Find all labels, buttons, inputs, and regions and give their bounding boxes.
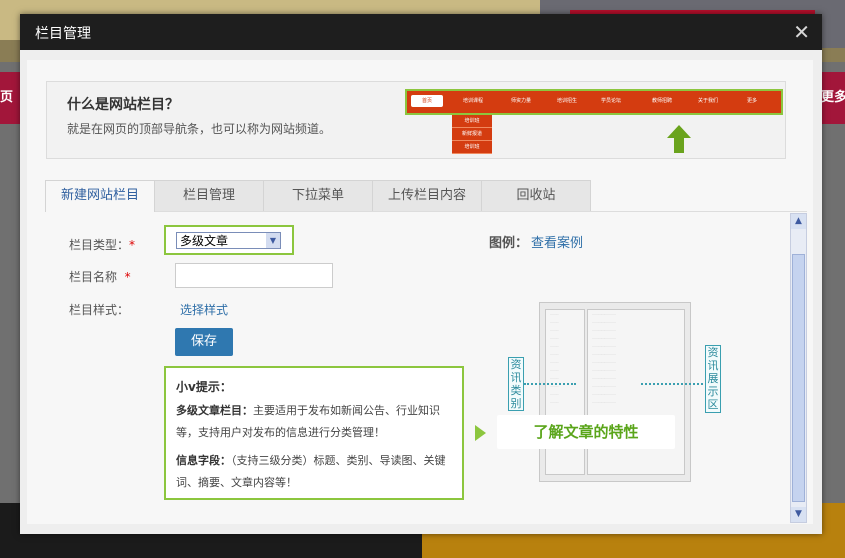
column-type-select[interactable]: 多级文章 ▼: [176, 232, 281, 249]
scroll-up-icon[interactable]: ▲: [791, 214, 806, 229]
arrow-up-icon: [667, 125, 691, 153]
nav-demo-item: 更多: [747, 98, 758, 104]
scroll-down-icon[interactable]: ▼: [791, 507, 806, 522]
play-arrow-icon: [475, 425, 486, 441]
article-layout-preview: ········· ········· ········· ········· ····…: [539, 302, 691, 482]
intro-box: 什么是网站栏目？ 就是在网页的顶部导航条，也可以称为网站频道。 首页 培训课程 …: [46, 81, 786, 159]
dialog-body: 什么是网站栏目？ 就是在网页的顶部导航条，也可以称为网站频道。 首页 培训课程 …: [27, 60, 813, 524]
intro-description: 就是在网页的顶部导航条，也可以称为网站频道。: [67, 122, 332, 136]
nav-demo-item: 学员论坛: [601, 98, 622, 104]
tab-new-column[interactable]: 新建网站栏目: [45, 180, 155, 212]
save-button[interactable]: 保存: [175, 328, 233, 356]
dropdown-demo-item: 培训班: [452, 141, 492, 154]
preview-category-column: ········· ········· ········· ········· ····…: [545, 309, 585, 475]
column-name-label: 栏目名称 *: [69, 270, 131, 284]
category-connector: [524, 383, 576, 385]
intro-question: 什么是网站栏目？: [67, 97, 179, 113]
tab-column-management[interactable]: 栏目管理: [154, 180, 264, 211]
column-management-dialog: 栏目管理 ✕ 什么是网站栏目？ 就是在网页的顶部导航条，也可以称为网站频道。 首…: [20, 14, 822, 534]
view-example-link[interactable]: 查看案例: [531, 232, 583, 251]
nav-demo-item: 教师招聘: [652, 98, 673, 104]
background-nav-right: 更多: [821, 72, 845, 124]
nav-demo-item: 培训招生: [557, 98, 578, 104]
tip-title: 小v提示：: [176, 380, 232, 394]
choose-style-link[interactable]: 选择样式: [180, 301, 228, 318]
dialog-header: 栏目管理 ✕: [20, 14, 822, 50]
column-type-highlight: 多级文章 ▼: [164, 225, 294, 255]
learn-article-features-button[interactable]: 了解文章的特性: [497, 415, 675, 449]
tab-dropdown-menu[interactable]: 下拉菜单: [263, 180, 373, 211]
dropdown-demo-item: 培训班: [452, 115, 492, 128]
preview-content-column: ························· ···············…: [587, 309, 685, 475]
vertical-scrollbar[interactable]: ▲ ▼: [790, 213, 807, 523]
tip-box: 小v提示： 多级文章栏目：主要适用于发布如新闻公告、行业知识等，支持用户对发布的…: [164, 366, 464, 500]
nav-demo-item: 培训课程: [463, 98, 484, 104]
dropdown-demo-image: 培训班 新鲜报道 培训班: [452, 115, 492, 154]
dialog-title: 栏目管理: [35, 26, 91, 42]
background-nav-left: 页: [0, 72, 22, 124]
display-area-label: 资讯展示区: [705, 345, 721, 413]
tab-bar: 新建网站栏目 栏目管理 下拉菜单 上传栏目内容 回收站: [45, 180, 807, 212]
nav-demo-item: 师资力量: [511, 98, 532, 104]
column-type-label: 栏目类型：*: [69, 238, 136, 252]
example-label: 图例：: [489, 236, 529, 251]
chevron-down-icon[interactable]: ▼: [266, 233, 280, 248]
tab-upload-content[interactable]: 上传栏目内容: [372, 180, 482, 211]
tab-recycle-bin[interactable]: 回收站: [481, 180, 591, 211]
scrollbar-thumb[interactable]: [792, 254, 805, 502]
nav-demo-image: 首页 培训课程 师资力量 培训招生 学员论坛 教师招聘 关于我们 更多: [405, 89, 783, 115]
dropdown-demo-item: 新鲜报道: [452, 128, 492, 141]
nav-demo-item: 关于我们: [698, 98, 719, 104]
nav-demo-item-home: 首页: [411, 95, 443, 107]
category-label: 资讯类别: [508, 357, 524, 411]
tip-paragraph: 信息字段：（支持三级分类）标题、类别、导读图、关键词、摘要、文章内容等！: [176, 454, 446, 489]
column-name-input[interactable]: [175, 263, 333, 288]
close-icon[interactable]: ✕: [793, 20, 810, 44]
display-connector: [641, 383, 703, 385]
tip-paragraph: 多级文章栏目：主要适用于发布如新闻公告、行业知识等，支持用户对发布的信息进行分类…: [176, 404, 440, 439]
column-style-label: 栏目样式：: [69, 303, 130, 317]
